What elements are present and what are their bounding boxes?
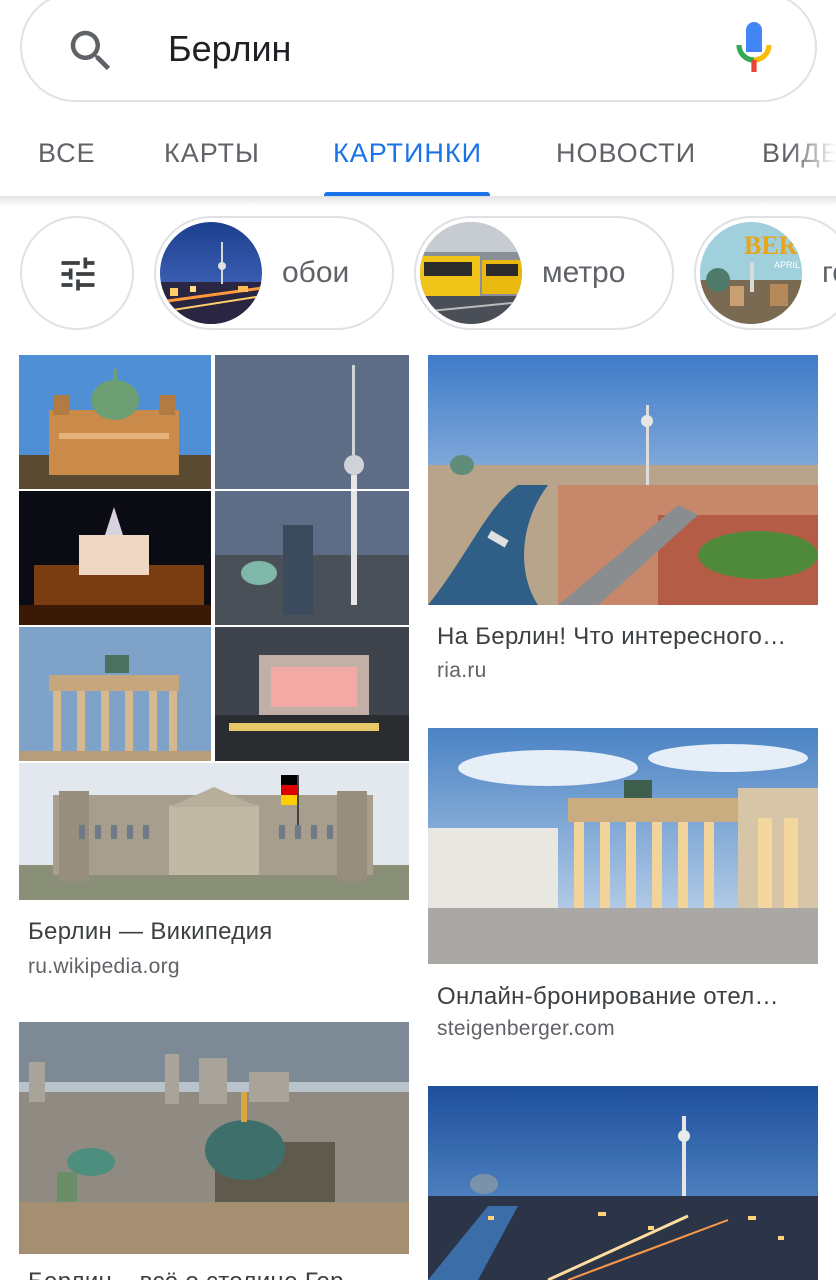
svg-text:APRIL: APRIL (774, 260, 800, 270)
chip-label: го (822, 256, 836, 289)
chip-label: обои (282, 256, 350, 289)
tab-images[interactable]: КАРТИНКИ (333, 138, 482, 169)
result-image[interactable] (428, 1086, 818, 1280)
tabs-fade (790, 130, 836, 180)
chip-more[interactable]: BER APRIL го (694, 216, 836, 330)
result-card-ria[interactable]: На Берлин! Что интересного… ria.ru (428, 355, 818, 690)
result-card-wikipedia[interactable]: Берлин — Википедия ru.wikipedia.org (19, 355, 409, 995)
result-image[interactable] (19, 355, 409, 900)
search-tabs: ВСЕ КАРТЫ КАРТИНКИ НОВОСТИ ВИДЕ (0, 108, 836, 200)
svg-text:BER: BER (744, 231, 798, 260)
result-card-berlin-capital[interactable]: Берлин – всё о столице Гер (19, 1022, 409, 1280)
tabs-divider (0, 196, 836, 206)
chip-label: метро (542, 256, 626, 289)
result-image[interactable] (19, 1022, 409, 1254)
result-domain: steigenberger.com (437, 1017, 615, 1040)
chip-metro[interactable]: метро (414, 216, 674, 330)
result-card-night-city[interactable] (428, 1086, 818, 1280)
result-image[interactable] (428, 355, 818, 605)
suggestion-chips: обои метро BER APRIL г (0, 214, 836, 334)
chip-wallpapers[interactable]: обои (154, 216, 394, 330)
result-domain: ria.ru (437, 659, 487, 682)
result-title[interactable]: Онлайн-бронирование отел… (437, 983, 779, 1011)
result-title[interactable]: Берлин – всё о столице Гер (28, 1268, 344, 1280)
city-night-thumbnail (160, 222, 262, 324)
microphone-icon[interactable] (734, 20, 774, 76)
tab-news[interactable]: НОВОСТИ (556, 138, 696, 169)
search-bar[interactable]: Берлин (20, 0, 817, 102)
search-input[interactable]: Берлин (168, 28, 291, 70)
yellow-train-thumbnail (420, 222, 522, 324)
result-title[interactable]: Берлин — Википедия (28, 918, 273, 946)
tab-maps[interactable]: КАРТЫ (164, 138, 260, 169)
filter-button[interactable] (20, 216, 134, 330)
tune-icon (61, 257, 95, 291)
berlin-poster-thumbnail: BER APRIL (700, 222, 802, 324)
result-domain: ru.wikipedia.org (28, 955, 180, 978)
tab-all[interactable]: ВСЕ (38, 138, 96, 169)
result-image[interactable] (428, 728, 818, 964)
search-icon[interactable] (64, 24, 118, 78)
result-card-steigenberger[interactable]: Онлайн-бронирование отел… steigenberger.… (428, 728, 818, 1058)
result-title[interactable]: На Берлин! Что интересного… (437, 623, 786, 651)
